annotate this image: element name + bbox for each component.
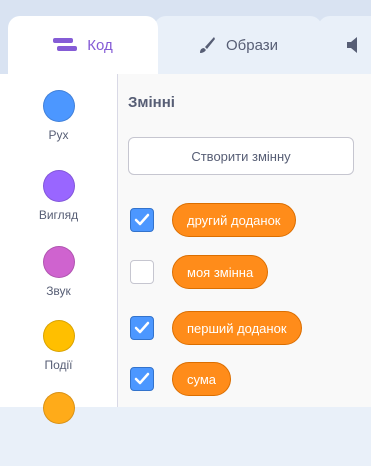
tab-costumes[interactable]: Образи (154, 16, 322, 74)
variable-reporter[interactable]: другий доданок (172, 203, 296, 237)
category-looks[interactable]: Вигляд (0, 164, 117, 244)
variables-section-title: Змінні (128, 94, 175, 111)
category-motion[interactable]: Рух (0, 84, 117, 164)
brush-icon (198, 36, 216, 54)
variable-monitor-checkbox[interactable] (130, 260, 154, 284)
code-icon (53, 37, 78, 53)
variable-reporter[interactable]: моя змінна (172, 255, 269, 289)
variable-row: другий доданок (128, 200, 368, 240)
variable-monitor-checkbox[interactable] (130, 367, 154, 391)
check-icon (134, 372, 150, 385)
category-events-label: Події (44, 358, 73, 372)
tab-sounds[interactable] (318, 16, 371, 74)
events-category-dot-icon (42, 320, 75, 352)
sound-icon (345, 36, 361, 54)
editor-tab-strip: Код Образи (0, 0, 371, 74)
looks-category-dot-icon (42, 170, 75, 202)
category-control[interactable] (0, 386, 117, 466)
motion-category-dot-icon (42, 90, 75, 122)
check-icon (134, 213, 150, 226)
variable-reporter[interactable]: сума (172, 362, 232, 396)
tab-code-label: Код (87, 36, 113, 54)
variable-monitor-checkbox[interactable] (130, 316, 154, 340)
control-category-dot-icon (42, 392, 75, 424)
category-sound-label: Звук (46, 284, 71, 298)
make-variable-button[interactable]: Створити змінну (128, 137, 354, 175)
sound-category-dot-icon (42, 246, 75, 278)
variable-reporter[interactable]: перший доданок (172, 311, 302, 345)
category-events[interactable]: Події (0, 314, 117, 394)
category-motion-label: Рух (48, 128, 69, 142)
variable-row: сума (128, 359, 368, 399)
category-looks-label: Вигляд (38, 208, 79, 222)
variable-monitor-checkbox[interactable] (130, 208, 154, 232)
tab-code[interactable]: Код (8, 16, 158, 74)
tab-costumes-label: Образи (225, 36, 279, 54)
variable-row: моя змінна (128, 252, 368, 292)
check-icon (134, 321, 150, 334)
block-categories: Рух Вигляд Звук Події (0, 74, 118, 424)
category-sound[interactable]: Звук (0, 240, 117, 320)
block-palette: Змінні Створити змінну другий доданок мо… (118, 74, 371, 407)
variable-row: перший доданок (128, 308, 368, 348)
